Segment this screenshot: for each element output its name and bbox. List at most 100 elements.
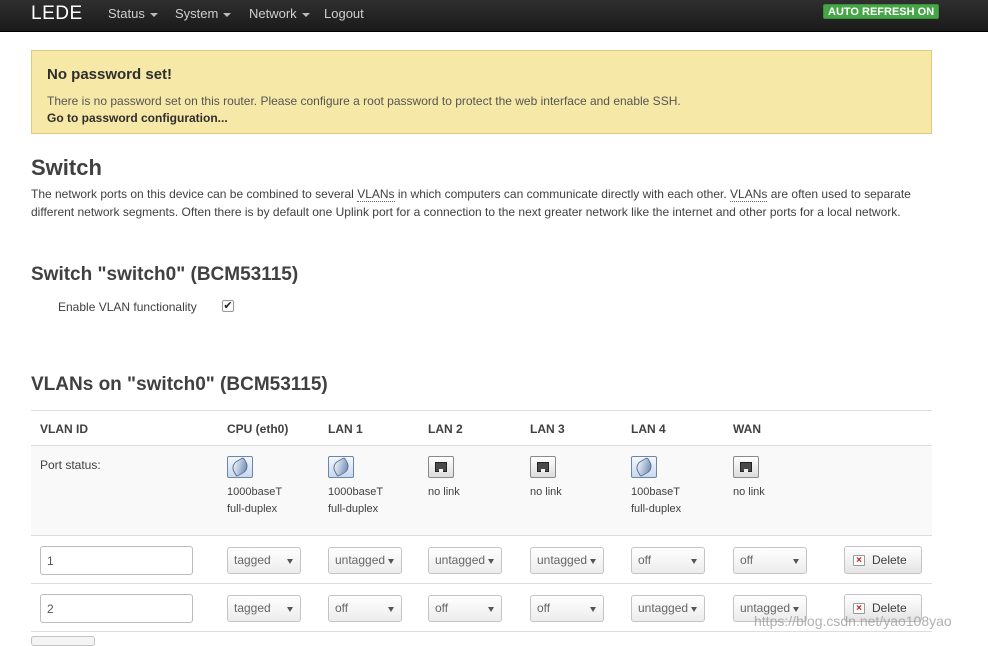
port-status-text: no link xyxy=(530,484,562,501)
caret-down-icon xyxy=(287,559,293,564)
port-mode-value: off xyxy=(740,553,754,567)
port-speed: no link xyxy=(733,486,765,498)
port-status-text: no link xyxy=(428,484,460,501)
nav-system-label: System xyxy=(175,6,219,21)
port-speed: 100baseT xyxy=(631,486,680,498)
caret-down-icon xyxy=(287,607,293,612)
col-lan2: LAN 2 xyxy=(428,422,463,436)
port-mode-value: off xyxy=(335,601,349,615)
port-speed: 1000baseT xyxy=(328,486,384,498)
caret-down-icon xyxy=(488,607,494,612)
port-status-4: 100baseT full-duplex xyxy=(631,456,681,518)
watermark: https://blog.csdn.net/yao108yao xyxy=(754,613,952,629)
caret-down-icon xyxy=(590,559,596,564)
port-mode-select[interactable]: untagged xyxy=(631,595,705,622)
port-nolink-icon xyxy=(733,456,759,478)
col-vlan-id: VLAN ID xyxy=(40,422,88,436)
port-mode-select[interactable]: off xyxy=(530,595,604,622)
col-cpu: CPU (eth0) xyxy=(227,422,289,436)
port-status-1: 1000baseT full-duplex xyxy=(328,456,383,518)
port-mode-value: off xyxy=(638,553,652,567)
port-duplex: full-duplex xyxy=(631,503,682,515)
port-mode-value: off xyxy=(435,601,449,615)
port-status-5: no link xyxy=(733,456,765,501)
nav-network-label: Network xyxy=(249,6,297,21)
caret-down-icon xyxy=(388,559,394,564)
chevron-down-icon xyxy=(301,12,310,17)
alert-title: No password set! xyxy=(47,66,173,83)
port-mode-value: untagged xyxy=(638,601,689,615)
port-mode-value: untagged xyxy=(537,553,588,567)
port-mode-value: untagged xyxy=(435,553,486,567)
port-status-text: 1000baseT full-duplex xyxy=(328,484,383,518)
brand-logo[interactable]: LEDE xyxy=(31,3,83,25)
port-mode-select[interactable]: off xyxy=(428,595,502,622)
nav-system[interactable]: System xyxy=(175,6,232,21)
chevron-down-icon xyxy=(223,12,232,17)
port-mode-select[interactable]: off xyxy=(733,547,807,574)
nav-status-label: Status xyxy=(108,6,145,21)
port-speed: 1000baseT xyxy=(227,486,283,498)
port-mode-value: tagged xyxy=(234,553,271,567)
delete-button[interactable]: × Delete xyxy=(844,546,922,574)
port-nolink-icon xyxy=(530,456,556,478)
delete-label: Delete xyxy=(872,553,907,567)
password-alert: No password set! There is no password se… xyxy=(31,50,932,134)
col-lan4: LAN 4 xyxy=(631,422,666,436)
caret-down-icon xyxy=(590,607,596,612)
port-status-text: 100baseT full-duplex xyxy=(631,484,681,518)
col-wan: WAN xyxy=(733,422,761,436)
col-lan3: LAN 3 xyxy=(530,422,565,436)
desc-text-2: in which computers can communicate direc… xyxy=(394,187,731,201)
nav-network[interactable]: Network xyxy=(249,6,310,21)
nav-logout[interactable]: Logout xyxy=(324,6,364,21)
vlans-abbr: VLANs xyxy=(730,187,768,202)
caret-down-icon xyxy=(793,559,799,564)
caret-down-icon xyxy=(488,559,494,564)
port-mode-select[interactable]: tagged xyxy=(227,595,301,622)
enable-vlan-checkbox[interactable]: ✔ xyxy=(222,300,234,312)
desc-text-1: The network ports on this device can be … xyxy=(31,187,358,201)
caret-down-icon xyxy=(793,607,799,612)
port-duplex: full-duplex xyxy=(227,503,278,515)
port-status-label: Port status: xyxy=(40,458,101,472)
password-config-link[interactable]: Go to password configuration... xyxy=(47,111,228,125)
port-mode-value: untagged xyxy=(335,553,386,567)
caret-down-icon xyxy=(388,607,394,612)
vlan-id-input[interactable] xyxy=(40,546,193,575)
port-linked-icon xyxy=(227,456,253,478)
alert-text: There is no password set on this router.… xyxy=(47,94,681,108)
port-mode-value: off xyxy=(537,601,551,615)
port-status-0: 1000baseT full-duplex xyxy=(227,456,282,518)
port-mode-value: tagged xyxy=(234,601,271,615)
delete-icon: × xyxy=(853,555,865,566)
port-mode-select[interactable]: untagged xyxy=(530,547,604,574)
port-nolink-icon xyxy=(428,456,454,478)
checkmark-icon: ✔ xyxy=(223,300,233,312)
port-duplex: full-duplex xyxy=(328,503,379,515)
page-title: Switch xyxy=(31,155,102,180)
port-mode-select[interactable]: off xyxy=(328,595,402,622)
port-status-2: no link xyxy=(428,456,460,501)
col-lan1: LAN 1 xyxy=(328,422,363,436)
auto-refresh-toggle[interactable]: AUTO REFRESH ON xyxy=(823,4,940,19)
port-speed: no link xyxy=(530,486,562,498)
port-status-3: no link xyxy=(530,456,562,501)
port-mode-select[interactable]: off xyxy=(631,547,705,574)
port-status-row: Port status: 1000baseT full-duplex 1000bas… xyxy=(31,446,932,536)
port-status-text: 1000baseT full-duplex xyxy=(227,484,282,518)
enable-vlan-label: Enable VLAN functionality xyxy=(58,300,197,314)
vlan-id-input[interactable] xyxy=(40,594,193,623)
vlan-table: VLAN ID CPU (eth0) LAN 1 LAN 2 LAN 3 LAN… xyxy=(31,410,932,640)
port-status-text: no link xyxy=(733,484,765,501)
top-navbar: LEDE Status System Network Logout AUTO R… xyxy=(0,0,988,32)
port-mode-select[interactable]: tagged xyxy=(227,547,301,574)
port-linked-icon xyxy=(631,456,657,478)
port-mode-select[interactable]: untagged xyxy=(428,547,502,574)
page-description: The network ports on this device can be … xyxy=(31,186,921,221)
nav-status[interactable]: Status xyxy=(108,6,158,21)
chevron-down-icon xyxy=(149,12,158,17)
port-mode-select[interactable]: untagged xyxy=(328,547,402,574)
add-button[interactable] xyxy=(31,636,95,646)
caret-down-icon xyxy=(691,559,697,564)
